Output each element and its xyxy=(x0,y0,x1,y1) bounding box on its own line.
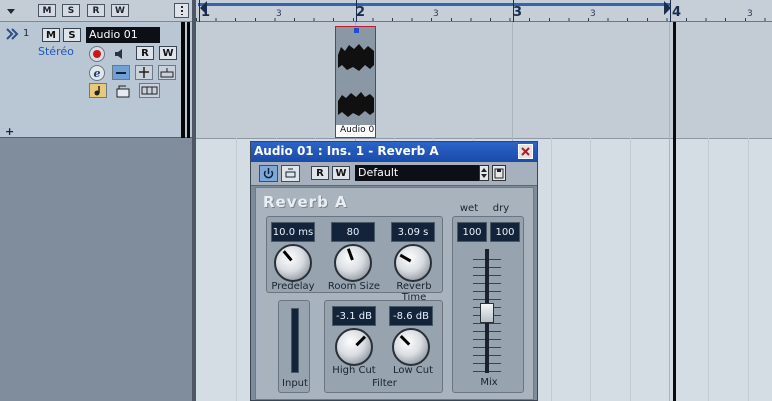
filter-group: -3.1 dB High Cut -8.6 dB Low Cut Filter xyxy=(324,300,443,393)
track-channel-mode: Stéréo xyxy=(38,45,74,58)
dry-label: dry xyxy=(492,203,510,214)
power-icon[interactable] xyxy=(259,165,278,182)
track-level-meter-right xyxy=(187,22,190,138)
plugin-read-button[interactable]: R xyxy=(311,166,329,180)
global-toolbar: M S R W xyxy=(0,0,195,22)
track-write-button[interactable]: W xyxy=(159,46,177,60)
preset-spinner-icon[interactable] xyxy=(479,165,489,181)
room-size-label: Room Size xyxy=(327,281,381,292)
mix-fader-handle[interactable] xyxy=(480,303,494,323)
global-write-button[interactable]: W xyxy=(111,4,129,17)
monitor-speaker-icon[interactable] xyxy=(112,47,128,61)
plugin-write-button[interactable]: W xyxy=(332,166,350,180)
bypass-icon[interactable] xyxy=(281,165,300,182)
track-number: 1 xyxy=(23,28,30,39)
wet-display: 100 xyxy=(457,222,487,242)
plugin-name: Reverb A xyxy=(263,193,348,211)
room-size-knob[interactable] xyxy=(334,244,372,282)
track-name-field[interactable]: Audio 01 xyxy=(86,27,160,43)
dry-display: 100 xyxy=(490,222,520,242)
high-cut-display: -3.1 dB xyxy=(332,306,376,326)
right-locator-icon[interactable] xyxy=(664,1,671,15)
lanes-icon[interactable] xyxy=(139,83,160,98)
beat-label: 3 xyxy=(276,9,282,19)
bar-label: 4 xyxy=(672,5,682,20)
add-track-icon[interactable]: + xyxy=(5,125,14,138)
plugin-title: Audio 01 : Ins. 1 - Reverb A xyxy=(254,144,439,158)
track-read-button[interactable]: R xyxy=(136,46,154,60)
track-solo-button[interactable]: S xyxy=(63,28,81,42)
reverb-main-group: 10.0 ms Predelay 80 Room Size 3.09 s Rev… xyxy=(266,216,443,303)
audio-event-name: Audio 0 xyxy=(336,125,375,137)
collapse-arrow-icon[interactable] xyxy=(7,9,15,14)
plugin-toolbar: R W Default xyxy=(251,162,537,186)
mix-label: Mix xyxy=(480,377,498,388)
low-cut-label: Low Cut xyxy=(392,365,434,376)
global-mute-button[interactable]: M xyxy=(38,4,56,17)
audio-event[interactable]: Audio 0 xyxy=(335,26,376,138)
sends-icon[interactable] xyxy=(158,65,176,80)
plugin-title-bar[interactable]: Audio 01 : Ins. 1 - Reverb A xyxy=(251,142,537,162)
wet-label: wet xyxy=(459,203,479,214)
track-mute-button[interactable]: M xyxy=(42,28,60,42)
input-group: Input xyxy=(278,300,310,393)
predelay-label: Predelay xyxy=(271,281,315,292)
low-cut-knob[interactable] xyxy=(392,328,430,366)
low-cut-display: -8.6 dB xyxy=(389,306,433,326)
audio-track[interactable]: 1 M S Audio 01 Stéréo R W e + xyxy=(0,22,192,138)
preset-field[interactable]: Default xyxy=(355,165,479,181)
global-read-button[interactable]: R xyxy=(87,4,105,17)
predelay-display: 10.0 ms xyxy=(271,222,315,242)
eq-icon[interactable] xyxy=(135,65,153,80)
bar-label: 3 xyxy=(513,5,523,20)
musical-time-icon[interactable] xyxy=(89,83,107,98)
high-cut-knob[interactable] xyxy=(335,328,373,366)
predelay-knob[interactable] xyxy=(274,244,312,282)
edit-channel-button[interactable]: e xyxy=(89,65,105,81)
reverb-panel: Reverb A 10.0 ms Predelay 80 Room Size 3… xyxy=(255,187,534,400)
cycle-range[interactable] xyxy=(198,3,670,6)
track-settings-icon[interactable] xyxy=(174,3,189,18)
save-preset-icon[interactable] xyxy=(492,165,506,181)
room-size-display: 80 xyxy=(331,222,375,242)
insert-bypass-icon[interactable] xyxy=(112,65,130,80)
close-icon[interactable] xyxy=(518,144,533,159)
filter-label: Filter xyxy=(372,378,397,389)
timeline-ruler[interactable]: 1 3 2 3 3 3 4 3 xyxy=(196,0,772,22)
beat-label: 3 xyxy=(747,9,753,19)
mix-group: 100 100 Mix xyxy=(452,216,524,393)
beat-label: 3 xyxy=(433,9,439,19)
high-cut-label: High Cut xyxy=(332,365,376,376)
beat-label: 3 xyxy=(590,9,596,19)
bar-label: 2 xyxy=(356,5,366,20)
left-locator-icon[interactable] xyxy=(200,1,207,15)
audio-track-icon xyxy=(6,28,22,40)
input-label: Input xyxy=(282,378,308,389)
reverb-time-display: 3.09 s xyxy=(391,222,435,242)
lock-icon[interactable] xyxy=(113,83,131,98)
plugin-window[interactable]: Audio 01 : Ins. 1 - Reverb A R W Default… xyxy=(250,141,538,401)
input-meter xyxy=(291,308,299,373)
track-level-meter xyxy=(181,22,185,138)
project-end-marker xyxy=(673,22,676,401)
global-solo-button[interactable]: S xyxy=(62,4,80,17)
reverb-time-knob[interactable] xyxy=(394,244,432,282)
record-enable-button[interactable] xyxy=(89,46,105,62)
